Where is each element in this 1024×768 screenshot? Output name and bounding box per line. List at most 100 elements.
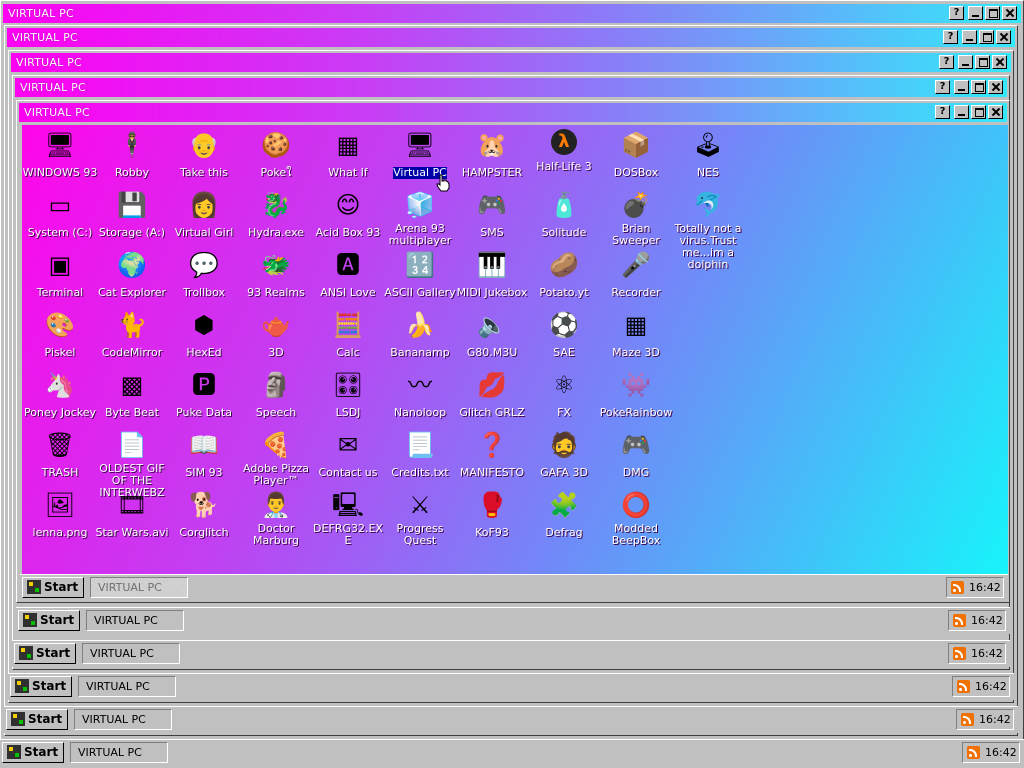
desktop-icon[interactable]: 📖 SIM 93: [166, 429, 242, 480]
help-button[interactable]: ?: [949, 6, 964, 20]
start-button[interactable]: Start: [22, 577, 84, 598]
desktop-icon[interactable]: 😊 Acid Box 93: [310, 189, 386, 240]
desktop-icon[interactable]: ▭ System (C:): [22, 189, 98, 240]
rss-icon[interactable]: [961, 713, 974, 726]
rss-icon[interactable]: [953, 647, 966, 660]
minimize-button[interactable]: [958, 55, 973, 69]
desktop-icon[interactable]: 🔈 G80.M3U: [454, 309, 530, 360]
taskbar-item-virtual-pc[interactable]: VIRTUAL PC: [70, 742, 168, 763]
title-bar[interactable]: VIRTUAL PC ?: [7, 28, 1015, 47]
minimize-button[interactable]: [954, 80, 969, 94]
start-button[interactable]: Start: [2, 742, 64, 763]
desktop-icon[interactable]: ⚽ SAE: [526, 309, 602, 360]
desktop-icon[interactable]: 💾 Storage (A:): [94, 189, 170, 240]
desktop-icon[interactable]: ❓ MANIFESTO: [454, 429, 530, 480]
desktop-icon[interactable]: 🍕 Adobe Pizza Player™: [238, 429, 314, 488]
desktop-icon[interactable]: 🎮 SMS: [454, 189, 530, 240]
desktop-icon[interactable]: ⭕ Modded BeepBox: [598, 489, 674, 548]
maximize-button[interactable]: [979, 30, 994, 44]
desktop-icon[interactable]: 💣 Brian Sweeper: [598, 189, 674, 248]
rss-icon[interactable]: [951, 581, 964, 594]
desktop-icon[interactable]: ✉ Contact us: [310, 429, 386, 480]
maximize-button[interactable]: [985, 6, 1000, 20]
title-bar[interactable]: VIRTUAL PC ?: [19, 103, 1007, 122]
desktop-icon[interactable]: 🧴 Solitude: [526, 189, 602, 240]
desktop-icon[interactable]: 📃 Credits.txt: [382, 429, 458, 480]
taskbar-item-virtual-pc[interactable]: VIRTUAL PC: [78, 676, 176, 697]
desktop-icon[interactable]: 🖼 lenna.png: [22, 489, 98, 540]
minimize-button[interactable]: [962, 30, 977, 44]
desktop-icon[interactable]: 〰 Nanoloop: [382, 369, 458, 420]
desktop-icon[interactable]: 🕹 NES: [670, 129, 746, 180]
desktop-icon[interactable]: 🐲 93 Realms: [238, 249, 314, 300]
desktop-icon[interactable]: 🎨 Piskel: [22, 309, 98, 360]
taskbar-item-virtual-pc[interactable]: VIRTUAL PC: [90, 577, 188, 598]
desktop-icon[interactable]: ⚛ FX: [526, 369, 602, 420]
desktop-icon[interactable]: 🐉 Hydra.exe: [238, 189, 314, 240]
desktop-icon[interactable]: 📦 DOSBox: [598, 129, 674, 180]
desktop-icon[interactable]: ⬢ HexEd: [166, 309, 242, 360]
maximize-button[interactable]: [971, 80, 986, 94]
desktop-icon[interactable]: 🦄 Poney Jockey: [22, 369, 98, 420]
start-button[interactable]: Start: [18, 610, 80, 631]
help-button[interactable]: ?: [935, 80, 950, 94]
desktop-icon[interactable]: 💬 Trollbox: [166, 249, 242, 300]
desktop-icon[interactable]: 🗿 Speech: [238, 369, 314, 420]
rss-icon[interactable]: [953, 614, 966, 627]
rss-icon[interactable]: [967, 746, 980, 759]
desktop-icon[interactable]: 🥔 Potato.yt: [526, 249, 602, 300]
taskbar-item-virtual-pc[interactable]: VIRTUAL PC: [82, 643, 180, 664]
help-button[interactable]: ?: [939, 55, 954, 69]
desktop-icon[interactable]: 💋 Glitch GRLZ: [454, 369, 530, 420]
desktop-icon[interactable]: 👩 Virtual Girl: [166, 189, 242, 240]
taskbar-item-virtual-pc[interactable]: VIRTUAL PC: [74, 709, 172, 730]
desktop-icon[interactable]: 🗑 TRASH: [22, 429, 98, 480]
desktop-icon[interactable]: 🖥 Virtual PC: [382, 129, 458, 180]
desktop-icon[interactable]: 🎛 LSDJ: [310, 369, 386, 420]
title-bar[interactable]: VIRTUAL PC ?: [15, 78, 1007, 97]
desktop-icon[interactable]: 🔢 ASCII Gallery: [382, 249, 458, 300]
rss-icon[interactable]: [957, 680, 970, 693]
close-button[interactable]: [988, 105, 1003, 119]
desktop-icon[interactable]: 🖳 DEFRG32.EXE: [310, 489, 386, 548]
maximize-button[interactable]: [971, 105, 986, 119]
desktop-icon[interactable]: 👨‍⚕️ Doctor Marburg: [238, 489, 314, 548]
desktop[interactable]: 🖥 WINDOWS 93 ▭ System (C:) ▣ Terminal 🎨 Piskel 🦄…: [22, 125, 1008, 574]
maximize-button[interactable]: [975, 55, 990, 69]
desktop-icon[interactable]: 🧊 Arena 93 multiplayer: [382, 189, 458, 248]
desktop-icon[interactable]: 🥊 KoF93: [454, 489, 530, 540]
desktop-icon[interactable]: 🎮 DMG: [598, 429, 674, 480]
desktop-icon[interactable]: 🐈 CodeMirror: [94, 309, 170, 360]
desktop-icon[interactable]: ▦ Maze 3D: [598, 309, 674, 360]
start-button[interactable]: Start: [6, 709, 68, 730]
start-button[interactable]: Start: [14, 643, 76, 664]
desktop-icon[interactable]: 👾 PokeRainbow: [598, 369, 674, 420]
help-button[interactable]: ?: [943, 30, 958, 44]
desktop-icon[interactable]: ▣ Terminal: [22, 249, 98, 300]
close-button[interactable]: [1002, 6, 1017, 20]
help-button[interactable]: ?: [935, 105, 950, 119]
desktop-icon[interactable]: 🍪 Pokeใ: [238, 129, 314, 180]
desktop-icon[interactable]: 🅰 ANSI Love: [310, 249, 386, 300]
desktop-icon[interactable]: 🌍 Cat Explorer: [94, 249, 170, 300]
taskbar-item-virtual-pc[interactable]: VIRTUAL PC: [86, 610, 184, 631]
minimize-button[interactable]: [954, 105, 969, 119]
close-button[interactable]: [988, 80, 1003, 94]
start-button[interactable]: Start: [10, 676, 72, 697]
desktop-icon[interactable]: 🧮 Calc: [310, 309, 386, 360]
desktop-icon[interactable]: 🧔 GAFA 3D: [526, 429, 602, 480]
desktop-icon[interactable]: 🐬 Totally not a virus.Trust me...im a dol…: [670, 189, 746, 272]
title-bar[interactable]: VIRTUAL PC ?: [3, 4, 1021, 23]
desktop-icon[interactable]: 🎹 MIDI Jukebox: [454, 249, 530, 300]
desktop-icon[interactable]: 🧩 Defrag: [526, 489, 602, 540]
desktop-icon[interactable]: 🫖 3D: [238, 309, 314, 360]
desktop-icon[interactable]: ▩ Byte Beat: [94, 369, 170, 420]
title-bar[interactable]: VIRTUAL PC ?: [11, 53, 1011, 72]
desktop-icon[interactable]: 🖥 WINDOWS 93: [22, 129, 98, 180]
desktop-icon[interactable]: 🐕 Corglitch: [166, 489, 242, 540]
desktop-icon[interactable]: 👴 Take this: [166, 129, 242, 180]
desktop-icon[interactable]: 🎞 Star Wars.avi: [94, 489, 170, 540]
minimize-button[interactable]: [968, 6, 983, 20]
desktop-icon[interactable]: ⚔ Progress Quest: [382, 489, 458, 548]
desktop-icon[interactable]: 🅿 Puke Data: [166, 369, 242, 420]
